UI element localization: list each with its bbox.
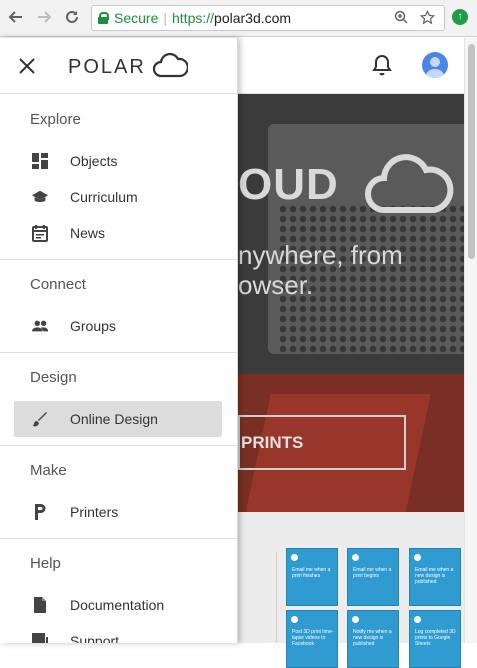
- nav-item-label: Documentation: [70, 597, 165, 613]
- navigation-drawer: POLAR Explore Objects Curriculum News Co…: [0, 38, 238, 643]
- logo-text: POLAR: [68, 56, 146, 78]
- bell-icon[interactable]: [372, 54, 392, 81]
- address-bar[interactable]: Secure | https://polar3d.com: [91, 5, 445, 31]
- back-icon[interactable]: [5, 6, 27, 28]
- section-title-design: Design: [30, 369, 77, 386]
- card-text: Log completed 3D prints to Google Sheets: [415, 629, 456, 647]
- hero-banner: OUD nywhere, from owser. PRINTS: [238, 94, 464, 512]
- section-title-explore: Explore: [30, 111, 81, 128]
- card-text: Notify me when a new design is published: [353, 629, 392, 647]
- secure-label: Secure: [114, 10, 159, 26]
- star-icon[interactable]: [419, 9, 436, 28]
- dashboard-icon: [31, 152, 49, 170]
- url-scheme: https://: [172, 10, 215, 26]
- hero-title: OUD: [238, 160, 339, 209]
- nav-item-objects[interactable]: Objects: [14, 143, 222, 179]
- section-title-help: Help: [30, 555, 61, 572]
- card-logo-icon: [352, 554, 359, 561]
- nav-item-news[interactable]: News: [14, 215, 222, 251]
- card-logo-icon: [291, 616, 298, 623]
- drawer-header: POLAR: [0, 38, 237, 94]
- url-host: polar3d.com: [214, 10, 292, 26]
- avatar-icon[interactable]: [422, 52, 448, 78]
- nav-item-groups[interactable]: Groups: [14, 308, 222, 344]
- section-divider: [0, 445, 237, 446]
- brush-icon: [31, 410, 49, 428]
- school-icon: [31, 188, 49, 206]
- recipe-card[interactable]: Notify me when a new design is published: [347, 610, 399, 668]
- hero-subtitle: nywhere, from owser.: [238, 240, 403, 300]
- nav-item-label: Objects: [70, 153, 118, 169]
- recipe-card[interactable]: Email me when a print finishes: [286, 548, 338, 606]
- hero-cloud-icon: [364, 148, 454, 223]
- nav-item-label: Curriculum: [70, 189, 138, 205]
- document-icon: [31, 596, 49, 614]
- nav-item-label: Online Design: [70, 411, 158, 427]
- section-divider: [0, 538, 237, 539]
- card-logo-icon: [291, 554, 298, 561]
- scrollbar-thumb[interactable]: [468, 44, 475, 259]
- chat-icon: [31, 632, 49, 643]
- recipe-card[interactable]: Email me when a print begins: [347, 548, 399, 606]
- recipe-card[interactable]: Post 3D print time-lapse videos to Faceb…: [286, 610, 338, 668]
- nav-item-curriculum[interactable]: Curriculum: [14, 179, 222, 215]
- nav-item-support[interactable]: Support: [14, 623, 222, 643]
- card-text: Email me when a print begins: [353, 567, 392, 579]
- recipe-cards: Email me when a print finishes Email me …: [238, 512, 464, 668]
- p-icon: [31, 503, 49, 521]
- recipe-card[interactable]: Log completed 3D prints to Google Sheets: [409, 610, 461, 668]
- calendar-icon: [31, 224, 49, 242]
- section-divider: [0, 259, 237, 260]
- address-separator: |: [163, 10, 167, 26]
- nav-item-online-design[interactable]: Online Design: [14, 401, 222, 437]
- people-icon: [31, 317, 49, 335]
- hero-subtitle-line2: owser.: [238, 270, 314, 300]
- nav-item-printers[interactable]: Printers: [14, 494, 222, 530]
- card-logo-icon: [414, 616, 421, 623]
- zoom-icon[interactable]: [394, 10, 408, 27]
- card-logo-icon: [352, 616, 359, 623]
- nav-item-documentation[interactable]: Documentation: [14, 587, 222, 623]
- card-text: Email me when a new design is published: [415, 567, 454, 585]
- cloud-logo-icon: [152, 51, 189, 84]
- nav-item-label: Printers: [70, 504, 119, 520]
- section-title-connect: Connect: [30, 276, 86, 293]
- card-text: Email me when a print finishes: [292, 567, 331, 579]
- forward-icon[interactable]: [33, 6, 55, 28]
- card-divider: [276, 552, 277, 643]
- lock-icon: [98, 12, 109, 24]
- reload-icon[interactable]: [61, 6, 83, 28]
- section-title-make: Make: [30, 462, 67, 479]
- hero-subtitle-line1: nywhere, from: [238, 240, 403, 270]
- section-divider: [0, 352, 237, 353]
- close-icon[interactable]: [17, 56, 37, 76]
- page-scrollbar[interactable]: [464, 38, 477, 643]
- card-text: Post 3D print time-lapse videos to Faceb…: [292, 629, 334, 647]
- nav-item-label: News: [70, 225, 106, 241]
- hero-cta-button[interactable]: PRINTS: [238, 415, 406, 470]
- recipe-card[interactable]: Email me when a new design is published: [409, 548, 461, 606]
- update-icon[interactable]: ↑: [452, 9, 468, 25]
- polar-logo[interactable]: POLAR: [68, 51, 189, 84]
- nav-item-label: Support: [70, 633, 120, 643]
- browser-toolbar: Secure | https://polar3d.com ↑: [0, 0, 477, 37]
- nav-item-label: Groups: [70, 318, 116, 334]
- card-logo-icon: [414, 554, 421, 561]
